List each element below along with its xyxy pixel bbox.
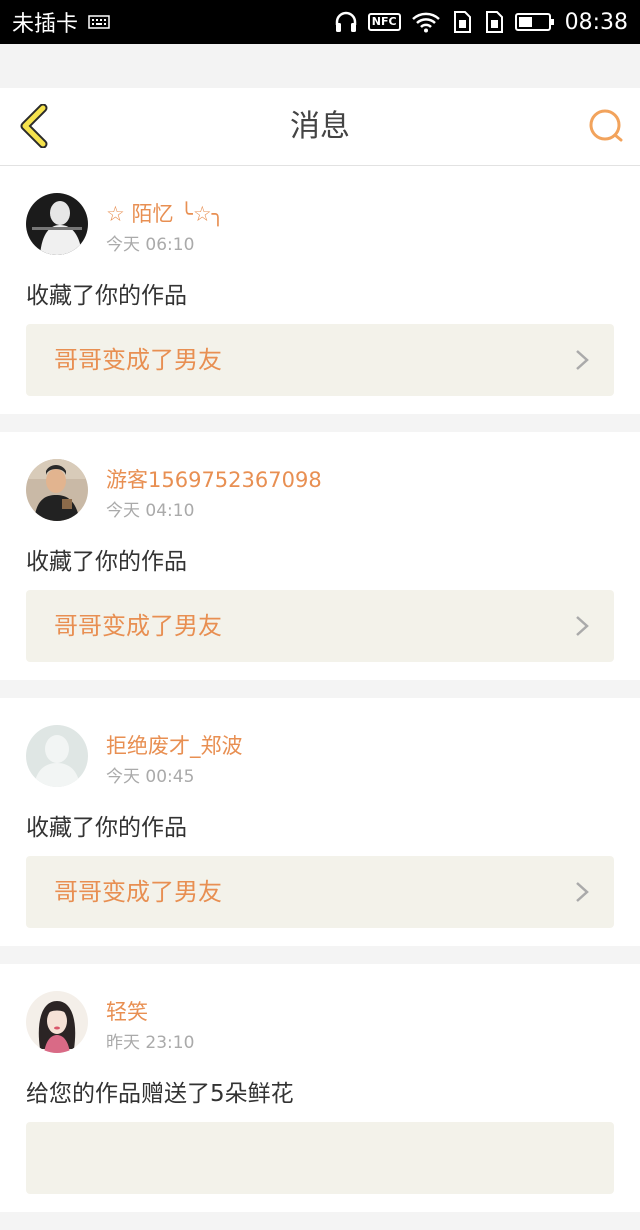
timestamp: 昨天 23:10 — [106, 1033, 195, 1053]
sim-keyboard-icon — [88, 14, 110, 30]
chevron-right-icon — [576, 616, 589, 636]
work-link[interactable]: 哥哥变成了男友 — [26, 590, 614, 662]
chevron-right-icon — [576, 882, 589, 902]
boy-photo-avatar — [26, 459, 88, 521]
timestamp: 今天 04:10 — [106, 501, 195, 521]
work-link[interactable] — [26, 1122, 614, 1194]
illustrated-girl-avatar — [26, 991, 88, 1053]
action-text: 给您的作品赠送了5朵鲜花 — [26, 1081, 294, 1107]
work-title: 哥哥变成了男友 — [54, 346, 222, 374]
username[interactable]: 拒绝废才_郑波 — [106, 730, 243, 760]
username[interactable]: 游客1569752367098 — [106, 464, 322, 494]
chevron-right-icon — [576, 350, 589, 370]
status-bar: 未插卡 NFC 08:38 — [0, 0, 640, 44]
top-spacer — [0, 44, 640, 88]
status-right: NFC 08:38 — [334, 10, 628, 35]
action-text: 收藏了你的作品 — [26, 815, 187, 841]
carrier-label: 未插卡 — [12, 12, 79, 37]
work-title: 哥哥变成了男友 — [54, 878, 222, 906]
sim-1-icon — [451, 11, 473, 33]
default-silhouette-avatar — [26, 725, 88, 787]
timestamp: 今天 06:10 — [106, 235, 195, 255]
action-text: 收藏了你的作品 — [26, 283, 187, 309]
status-left: 未插卡 — [12, 6, 110, 38]
message-card: 游客1569752367098 今天 04:10 收藏了你的作品 哥哥变成了男友 — [0, 432, 640, 680]
battery-icon — [514, 12, 555, 32]
avatar[interactable] — [26, 459, 88, 521]
message-card: 拒绝废才_郑波 今天 00:45 收藏了你的作品 哥哥变成了男友 — [0, 698, 640, 946]
message-card: ☆ 陌忆 ╰☆╮ 今天 06:10 收藏了你的作品 哥哥变成了男友 — [0, 166, 640, 414]
sim-2-icon — [483, 11, 505, 33]
avatar[interactable] — [26, 193, 88, 255]
avatar[interactable] — [26, 725, 88, 787]
search-button[interactable] — [586, 108, 626, 148]
timestamp: 今天 00:45 — [106, 767, 195, 787]
username[interactable]: ☆ 陌忆 ╰☆╮ — [106, 198, 224, 228]
action-text: 收藏了你的作品 — [26, 549, 187, 575]
wifi-icon — [411, 11, 441, 33]
status-time: 08:38 — [564, 9, 628, 35]
work-link[interactable]: 哥哥变成了男友 — [26, 324, 614, 396]
header-bar: 消息 — [0, 88, 640, 166]
work-link[interactable]: 哥哥变成了男友 — [26, 856, 614, 928]
work-title: 哥哥变成了男友 — [54, 612, 222, 640]
avatar[interactable] — [26, 991, 88, 1053]
dark-portrait-avatar — [26, 193, 88, 255]
headphones-icon — [334, 11, 358, 33]
nfc-icon: NFC — [367, 13, 401, 31]
search-icon — [587, 107, 625, 149]
username[interactable]: 轻笑 — [106, 996, 148, 1026]
message-list: ☆ 陌忆 ╰☆╮ 今天 06:10 收藏了你的作品 哥哥变成了男友 游客1569… — [0, 166, 640, 1230]
page-title: 消息 — [290, 109, 350, 144]
message-card: 轻笑 昨天 23:10 给您的作品赠送了5朵鲜花 — [0, 964, 640, 1212]
